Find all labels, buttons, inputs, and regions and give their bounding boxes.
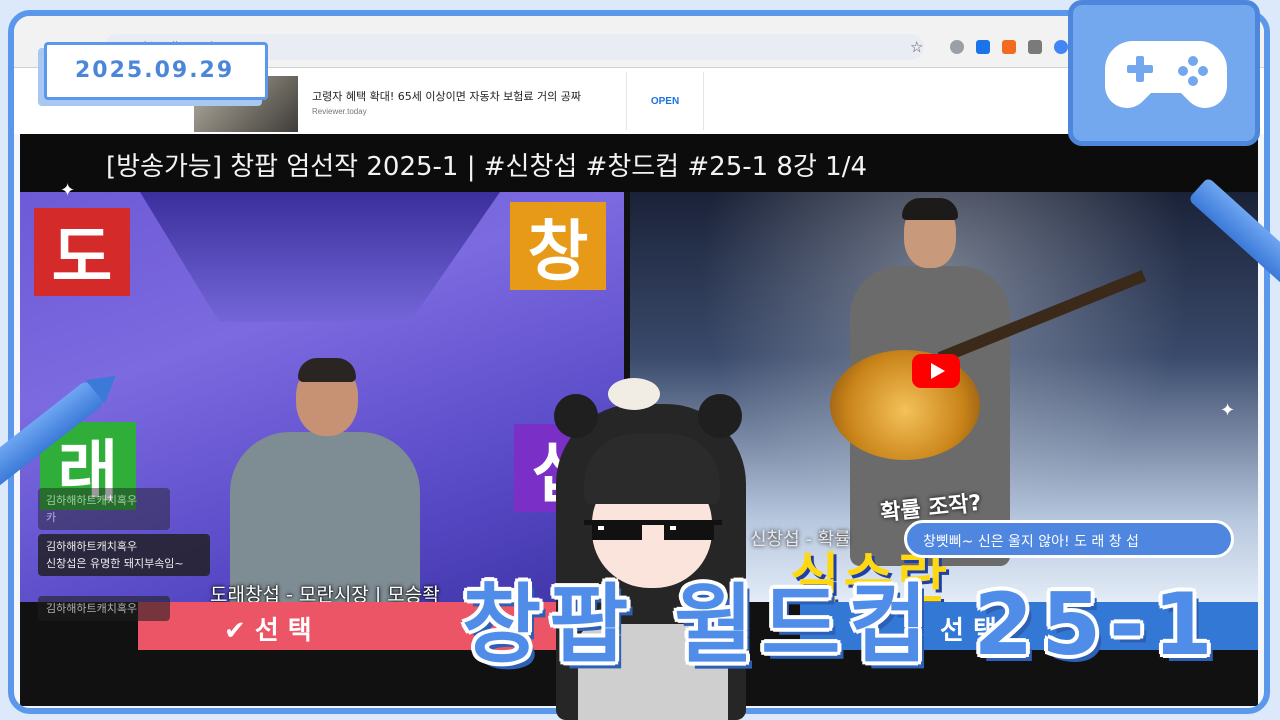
chat-text: 카 (46, 511, 57, 524)
extension-icon[interactable] (1002, 40, 1016, 54)
left-performer (210, 358, 420, 602)
sparkle-icon: ✦ (60, 180, 76, 201)
chat-user: 김하해하트캐치혹우 (46, 540, 138, 553)
chat-text: 신창섭은 유명한 돼지부속임~ (46, 557, 184, 570)
chat-user: 김하해하트캐치혹우 (46, 602, 138, 615)
pixel-sunglasses-icon (584, 520, 722, 540)
star-icon[interactable]: ☆ (910, 38, 923, 56)
stream-title: 창팝 월드컵 25-1 (462, 575, 1221, 675)
extension-icon[interactable] (950, 40, 964, 54)
shield-icon[interactable] (976, 40, 990, 54)
gamepad-badge (1068, 0, 1260, 146)
tile-chang: 창 (510, 202, 606, 290)
ad-source: Reviewer.today (312, 107, 367, 116)
youtube-play-icon[interactable] (912, 354, 960, 388)
chat-message: 김하해하트캐치혹우 카 (38, 488, 170, 530)
date-label: 2025.09.29 (44, 42, 268, 100)
left-song-caption: 도래창섭 - 모란시장 | 모승좍 (210, 584, 440, 602)
tile-do: 도 (34, 208, 130, 296)
gamepad-icon (1105, 41, 1227, 108)
chat-user: 김하해하트캐치혹우 (46, 494, 138, 507)
recycle-icon[interactable] (1028, 40, 1042, 54)
ad-open-button[interactable]: OPEN (626, 72, 704, 130)
sparkle-icon: ✦ (1220, 400, 1236, 421)
ad-title[interactable]: 고령자 혜택 확대! 65세 이상이면 자동차 보험료 거의 공짜 (312, 88, 581, 104)
chat-message: 김하해하트캐치혹우 신창섭은 유명한 돼지부속임~ (38, 534, 210, 576)
sheep-plush (608, 378, 660, 410)
speech-bubble: 창삣삐~ 신은 울지 않아! 도 래 창 섭 (904, 520, 1234, 558)
chat-message: 김하해하트캐치혹우 (38, 596, 170, 621)
search-icon[interactable] (1054, 40, 1068, 54)
